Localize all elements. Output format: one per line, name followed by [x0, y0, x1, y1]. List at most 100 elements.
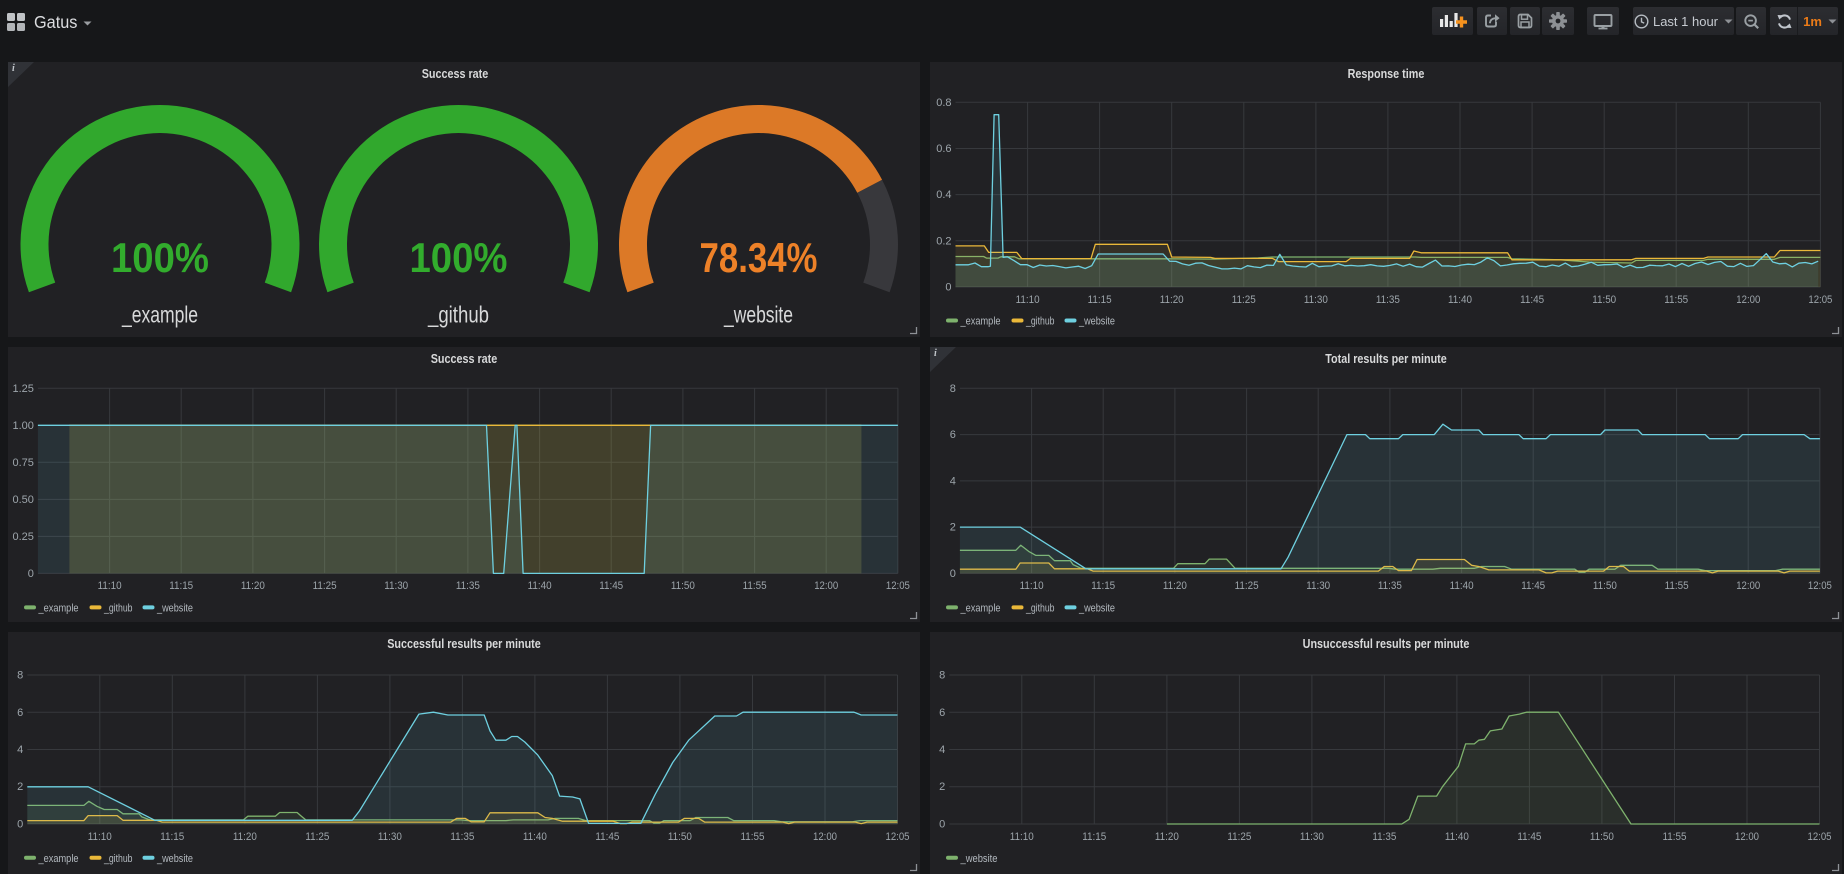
svg-text:11:40: 11:40 [1445, 831, 1469, 843]
svg-text:11:50: 11:50 [1592, 294, 1616, 306]
svg-text:12:05: 12:05 [886, 831, 910, 843]
svg-text:_github: _github [1025, 602, 1054, 614]
svg-text:100%: 100% [410, 234, 508, 281]
svg-text:_github: _github [1025, 316, 1054, 328]
svg-text:11:55: 11:55 [741, 831, 765, 843]
svg-text:0: 0 [28, 568, 34, 580]
svg-text:11:40: 11:40 [1450, 580, 1474, 592]
svg-text:11:20: 11:20 [233, 831, 257, 843]
svg-text:11:40: 11:40 [1448, 294, 1472, 306]
svg-text:_github: _github [427, 302, 489, 328]
svg-text:11:20: 11:20 [1160, 294, 1184, 306]
svg-text:11:35: 11:35 [450, 831, 474, 843]
svg-text:11:10: 11:10 [1020, 580, 1044, 592]
svg-text:11:25: 11:25 [1235, 580, 1259, 592]
svg-text:11:55: 11:55 [743, 580, 767, 592]
svg-text:6: 6 [950, 429, 956, 441]
svg-text:11:25: 11:25 [313, 580, 337, 592]
svg-text:_website: _website [723, 302, 793, 328]
svg-text:11:25: 11:25 [1232, 294, 1256, 306]
svg-text:12:05: 12:05 [1808, 580, 1832, 592]
svg-text:11:55: 11:55 [1665, 580, 1689, 592]
svg-text:4: 4 [17, 744, 23, 756]
svg-text:12:05: 12:05 [886, 580, 910, 592]
svg-text:_website: _website [156, 602, 193, 614]
svg-text:4: 4 [950, 475, 956, 487]
svg-text:11:55: 11:55 [1664, 294, 1688, 306]
svg-text:12:00: 12:00 [814, 580, 838, 592]
svg-text:_example: _example [960, 602, 1001, 614]
svg-text:_website: _website [960, 853, 998, 865]
svg-text:11:10: 11:10 [1010, 831, 1034, 843]
svg-text:11:25: 11:25 [1227, 831, 1251, 843]
svg-text:_github: _github [103, 602, 132, 614]
svg-text:_example: _example [38, 853, 79, 865]
svg-text:11:30: 11:30 [1300, 831, 1324, 843]
svg-text:0.2: 0.2 [936, 235, 951, 247]
svg-text:11:40: 11:40 [528, 580, 552, 592]
svg-text:1.00: 1.00 [12, 420, 33, 432]
svg-text:11:10: 11:10 [1016, 294, 1040, 306]
svg-text:11:15: 11:15 [1091, 580, 1115, 592]
svg-text:12:05: 12:05 [1808, 831, 1832, 843]
svg-text:0.50: 0.50 [12, 494, 33, 506]
svg-text:_website: _website [1078, 602, 1115, 614]
svg-text:11:15: 11:15 [1082, 831, 1106, 843]
svg-text:11:45: 11:45 [1521, 580, 1545, 592]
svg-text:11:25: 11:25 [305, 831, 329, 843]
svg-text:2: 2 [17, 781, 23, 793]
svg-text:0: 0 [950, 568, 956, 580]
svg-text:6: 6 [939, 707, 945, 719]
svg-text:12:00: 12:00 [1736, 294, 1760, 306]
svg-text:11:10: 11:10 [88, 831, 112, 843]
svg-text:11:45: 11:45 [599, 580, 623, 592]
svg-text:12:00: 12:00 [1735, 831, 1759, 843]
svg-text:12:00: 12:00 [1736, 580, 1760, 592]
svg-text:11:45: 11:45 [1520, 294, 1544, 306]
svg-text:11:30: 11:30 [378, 831, 402, 843]
svg-text:11:50: 11:50 [668, 831, 692, 843]
svg-text:8: 8 [939, 670, 945, 682]
svg-text:11:15: 11:15 [160, 831, 184, 843]
svg-text:11:50: 11:50 [1593, 580, 1617, 592]
svg-text:11:45: 11:45 [595, 831, 619, 843]
svg-text:0.4: 0.4 [936, 189, 951, 201]
svg-text:_website: _website [156, 853, 193, 865]
svg-text:11:35: 11:35 [1376, 294, 1400, 306]
svg-text:11:45: 11:45 [1517, 831, 1541, 843]
svg-text:11:35: 11:35 [456, 580, 480, 592]
svg-text:_example: _example [960, 316, 1001, 328]
svg-text:11:10: 11:10 [98, 580, 122, 592]
svg-text:_website: _website [1078, 316, 1115, 328]
svg-text:1.25: 1.25 [12, 383, 33, 395]
svg-text:0: 0 [939, 819, 945, 831]
svg-text:11:35: 11:35 [1378, 580, 1402, 592]
svg-text:11:15: 11:15 [1088, 294, 1112, 306]
svg-text:11:35: 11:35 [1372, 831, 1396, 843]
svg-text:12:00: 12:00 [813, 831, 837, 843]
svg-text:0.6: 0.6 [936, 143, 951, 155]
svg-text:0.75: 0.75 [12, 457, 33, 469]
svg-text:11:55: 11:55 [1663, 831, 1687, 843]
svg-text:0: 0 [945, 282, 951, 294]
svg-text:11:50: 11:50 [671, 580, 695, 592]
svg-text:0.8: 0.8 [936, 97, 951, 109]
svg-text:6: 6 [17, 707, 23, 719]
svg-text:8: 8 [17, 670, 23, 682]
svg-text:2: 2 [950, 522, 956, 534]
svg-text:_example: _example [121, 302, 198, 328]
svg-text:11:30: 11:30 [384, 580, 408, 592]
svg-text:8: 8 [950, 383, 956, 395]
svg-text:2: 2 [939, 781, 945, 793]
svg-text:11:40: 11:40 [523, 831, 547, 843]
svg-text:11:30: 11:30 [1306, 580, 1330, 592]
svg-text:11:20: 11:20 [1163, 580, 1187, 592]
svg-text:_example: _example [38, 602, 79, 614]
svg-text:11:30: 11:30 [1304, 294, 1328, 306]
svg-text:11:50: 11:50 [1590, 831, 1614, 843]
svg-text:78.34%: 78.34% [700, 234, 818, 281]
svg-text:100%: 100% [111, 234, 209, 281]
svg-text:11:15: 11:15 [169, 580, 193, 592]
svg-text:0.25: 0.25 [12, 531, 33, 543]
svg-text:12:05: 12:05 [1808, 294, 1832, 306]
